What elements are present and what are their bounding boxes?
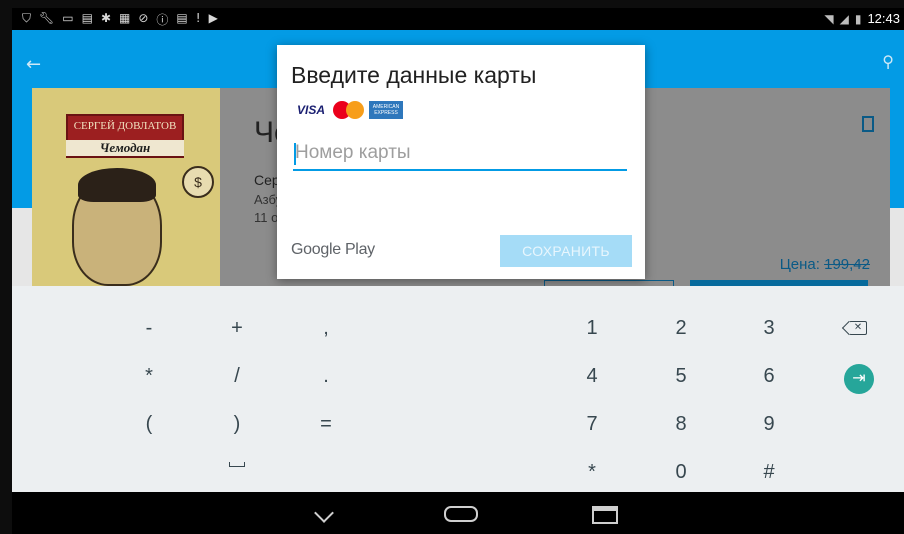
key-star[interactable]: * [562, 452, 622, 492]
mastercard-logo [333, 101, 365, 119]
status-time: 12:43 [867, 11, 900, 26]
key-open-paren[interactable]: ( [119, 404, 179, 444]
numeric-keyboard: - + , * / . ( ) = 1 2 3 4 5 6 7 8 9 * 0 … [12, 286, 904, 492]
card-number-input[interactable] [293, 137, 627, 171]
accepted-cards: VISA AMERICAN EXPRESS [293, 101, 403, 119]
tablet-icon: ▭ [62, 11, 74, 25]
signal-icon: ◢ [839, 11, 849, 26]
navigation-bar [12, 492, 904, 534]
back-arrow-icon[interactable]: ← [26, 54, 41, 75]
text-cursor [294, 143, 296, 165]
cover-dollar-bubble: $ [182, 166, 214, 198]
key-plus[interactable]: + [207, 308, 267, 348]
key-slash[interactable]: / [207, 356, 267, 396]
nav-recents-icon[interactable] [592, 506, 618, 524]
key-close-paren[interactable]: ) [207, 404, 267, 444]
save-button[interactable]: СОХРАНИТЬ [500, 235, 632, 267]
key-1[interactable]: 1 [562, 308, 622, 348]
google-play-logo: Google Play [291, 241, 375, 258]
key-asterisk[interactable]: * [119, 356, 179, 396]
book-cover: СЕРГЕЙ ДОВЛАТОВ Чемодан $ [32, 88, 220, 294]
key-backspace[interactable]: ✕ [828, 308, 888, 348]
notification-icons: ⛉ 🔧︎ ▭ ▤ ✱ ▦ ⊘ ⓘ ▤ ! ▶ [22, 11, 218, 28]
device-screen: ⛉ 🔧︎ ▭ ▤ ✱ ▦ ⊘ ⓘ ▤ ! ▶ ◥ ◢ ▮ 12:43 ← ⚲ С… [12, 8, 904, 534]
key-8[interactable]: 8 [651, 404, 711, 444]
key-2[interactable]: 2 [651, 308, 711, 348]
dialog-title: Введите данные карты [291, 62, 537, 88]
battery-icon: ▮ [854, 11, 862, 26]
space-bar-icon [229, 462, 245, 467]
key-0[interactable]: 0 [651, 452, 711, 492]
play-store-icon: ▶ [208, 11, 218, 25]
price-value: 199,42 [824, 256, 870, 273]
key-5[interactable]: 5 [651, 356, 711, 396]
card-entry-dialog: Введите данные карты VISA AMERICAN EXPRE… [277, 45, 645, 279]
next-field-icon[interactable]: ⇥ [844, 364, 874, 394]
alert-circle-icon: ⓘ [156, 13, 169, 27]
key-7[interactable]: 7 [562, 404, 622, 444]
nav-home-icon[interactable] [444, 506, 478, 522]
key-9[interactable]: 9 [739, 404, 799, 444]
key-hash[interactable]: # [739, 452, 799, 492]
price-label: Цена: [779, 256, 820, 273]
price: Цена: 199,42 [780, 256, 870, 273]
key-comma[interactable]: , [296, 308, 356, 348]
cover-illustration-hair [78, 168, 156, 202]
exclamation-icon: ! [195, 11, 201, 25]
wrench-icon: 🔧︎ [39, 11, 55, 25]
app-bar-extension-left [12, 104, 32, 208]
bug-icon: ✱ [100, 11, 111, 25]
clipboard-icon: ▤ [176, 11, 188, 25]
key-space[interactable] [207, 446, 267, 486]
cover-author: СЕРГЕЙ ДОВЛАТОВ [73, 120, 177, 132]
wifi-icon: ◥ [824, 11, 834, 26]
shield-icon: ⛉ [22, 11, 32, 25]
key-period[interactable]: . [296, 356, 356, 396]
status-bar: ⛉ 🔧︎ ▭ ▤ ✱ ▦ ⊘ ⓘ ▤ ! ▶ ◥ ◢ ▮ 12:43 [12, 8, 904, 30]
search-icon[interactable]: ⚲ [882, 52, 894, 71]
key-equals[interactable]: = [296, 404, 356, 444]
key-minus[interactable]: - [119, 308, 179, 348]
backspace-icon: ✕ [849, 321, 867, 335]
key-4[interactable]: 4 [562, 356, 622, 396]
bookmark-icon[interactable] [862, 116, 874, 132]
grid-icon: ▦ [119, 11, 131, 25]
visa-logo: VISA [296, 103, 325, 117]
check-circle-icon: ⊘ [138, 11, 149, 25]
clipboard-icon: ▤ [81, 11, 93, 25]
amex-logo: AMERICAN EXPRESS [369, 101, 403, 119]
cover-title: Чемодан [66, 140, 184, 156]
nav-back-icon[interactable] [312, 504, 334, 526]
key-3[interactable]: 3 [739, 308, 799, 348]
key-6[interactable]: 6 [739, 356, 799, 396]
status-right: ◥ ◢ ▮ 12:43 [824, 11, 900, 26]
